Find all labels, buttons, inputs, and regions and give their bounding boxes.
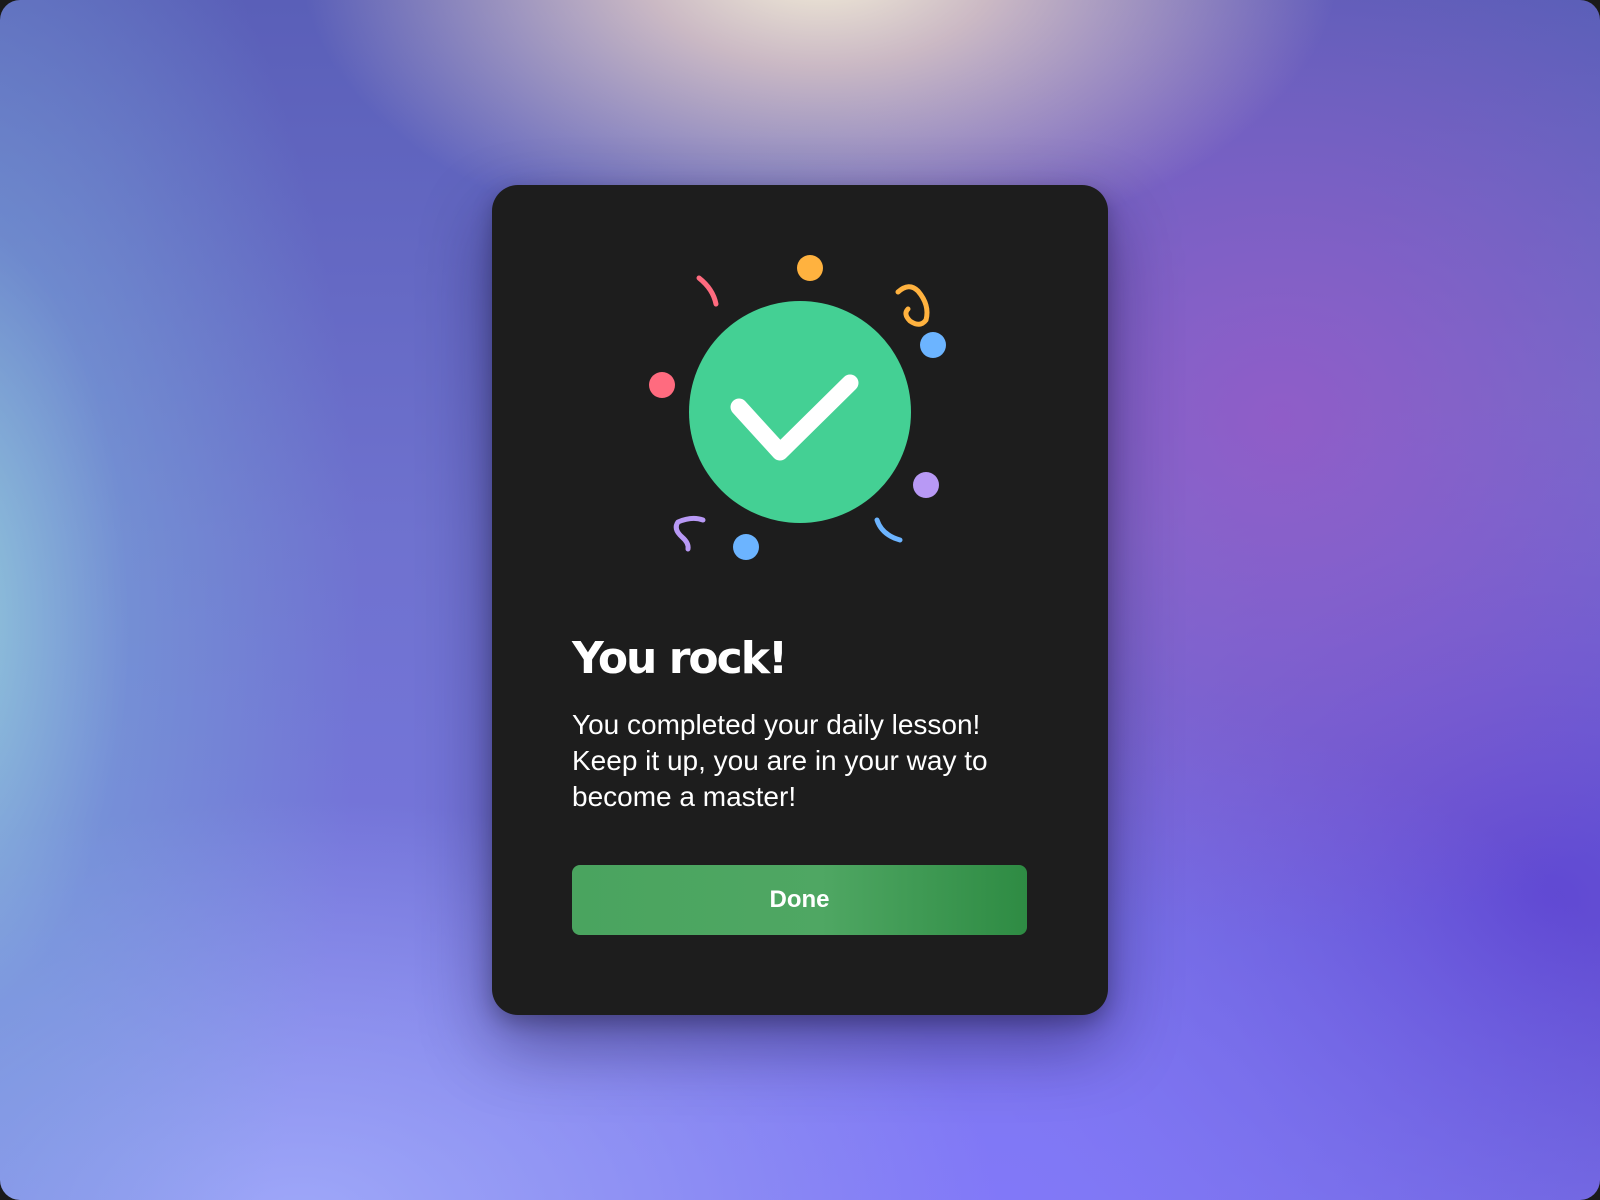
confetti-purple-squiggle [673,515,706,552]
confetti-purple-dot [913,472,939,498]
confetti-blue-dot [733,534,759,560]
celebration-illustration [649,255,946,560]
confetti-blue-dot [920,332,946,358]
background: You rock! You completed your daily lesso… [0,0,1600,1200]
confetti-red-dot [649,372,675,398]
done-button[interactable]: Done [572,865,1027,935]
confetti-orange-dot [797,255,823,281]
dialog-title: You rock! [572,633,788,684]
success-dialog: You rock! You completed your daily lesso… [492,185,1108,1015]
confetti-red-squiggle [696,275,719,307]
confetti-blue-squiggle [874,517,903,543]
confetti-orange-squiggle [895,284,930,327]
dialog-message: You completed your daily lesson! Keep it… [572,709,988,812]
checkmark-circle-icon [689,301,911,523]
